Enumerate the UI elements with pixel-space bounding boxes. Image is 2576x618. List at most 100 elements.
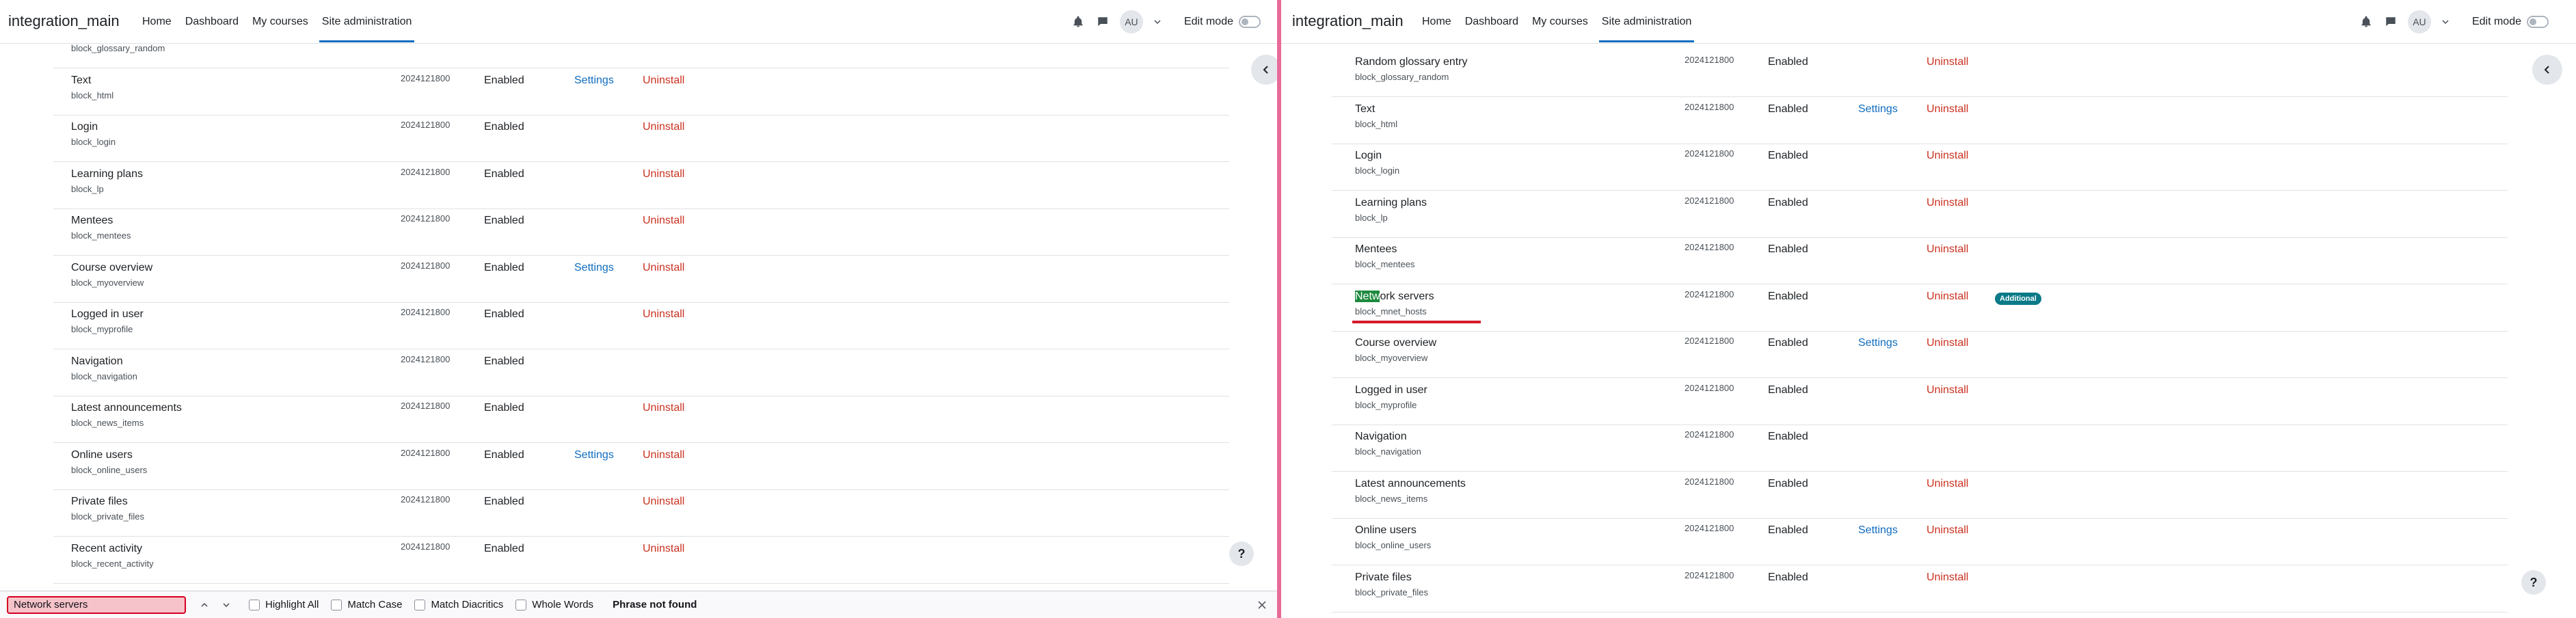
nav-my-courses[interactable]: My courses (1525, 0, 1595, 44)
plugin-component: block_news_items (1355, 493, 1428, 504)
navbar-user-area: AU Edit mode (1071, 0, 1261, 44)
uninstall-link[interactable]: Uninstall (643, 215, 684, 227)
table-row: Online users block_online_users 2024121800… (1332, 519, 2508, 565)
plugin-component: block_navigation (71, 371, 137, 381)
plugin-component: block_private_files (1355, 587, 1428, 597)
nav-home[interactable]: Home (135, 0, 178, 44)
whole-words-option[interactable]: Whole Words (515, 599, 593, 610)
uninstall-link[interactable]: Uninstall (1927, 337, 1968, 349)
table-row: Login block_login 2024121800 Enabled Uninsta… (1332, 144, 2508, 191)
match-case-option[interactable]: Match Case (331, 599, 402, 610)
nav-dashboard[interactable]: Dashboard (1458, 0, 1525, 44)
plugin-name: Mentees (1355, 243, 1397, 255)
plugin-version: 2024121800 (401, 494, 451, 505)
message-icon[interactable] (2383, 14, 2398, 29)
site-brand[interactable]: integration_main (8, 12, 120, 30)
site-brand[interactable]: integration_main (1292, 12, 1404, 30)
uninstall-link[interactable]: Uninstall (1927, 197, 1968, 209)
plugin-version: 2024121800 (401, 541, 451, 552)
plugin-name: Private files (71, 496, 128, 507)
plugin-name: Login (1355, 150, 1382, 161)
find-status: Phrase not found (613, 599, 697, 610)
settings-link[interactable]: Settings (574, 449, 614, 461)
uninstall-link[interactable]: Uninstall (1927, 103, 1968, 116)
help-button[interactable]: ? (1229, 541, 1254, 566)
nav-home[interactable]: Home (1415, 0, 1458, 44)
whole-words-checkbox[interactable] (515, 599, 527, 610)
find-match-highlight: Netw (1355, 290, 1380, 302)
uninstall-link[interactable]: Uninstall (643, 308, 684, 321)
bell-icon[interactable] (2359, 14, 2374, 29)
find-close-button[interactable] (1254, 597, 1270, 613)
table-row: Logged in user block_myprofile 2024121800 E… (53, 303, 1229, 349)
match-diacritics-option[interactable]: Match Diacritics (414, 599, 503, 610)
settings-link[interactable]: Settings (1858, 337, 1898, 349)
uninstall-link[interactable]: Uninstall (1927, 384, 1968, 397)
drawer-toggle-button[interactable] (2532, 55, 2562, 85)
uninstall-link[interactable]: Uninstall (643, 402, 684, 414)
nav-site-administration[interactable]: Site administration (1595, 0, 1699, 44)
avatar[interactable]: AU (2407, 10, 2431, 33)
nav-dashboard[interactable]: Dashboard (178, 0, 245, 44)
plugin-component: block_news_items (71, 418, 144, 428)
uninstall-link[interactable]: Uninstall (1927, 243, 1968, 256)
uninstall-link[interactable]: Uninstall (643, 496, 684, 508)
chevron-down-icon (223, 602, 230, 607)
uninstall-link[interactable]: Uninstall (1927, 572, 1968, 584)
plugin-name: Course overview (1355, 337, 1437, 349)
edit-mode-control: Edit mode (2472, 16, 2549, 28)
settings-link[interactable]: Settings (574, 75, 614, 87)
plugin-status: Enabled (484, 308, 524, 320)
table-row: Mentees block_mentees 2024121800 Enabled Uni… (53, 209, 1229, 256)
plugin-status: Enabled (484, 542, 524, 554)
edit-mode-label: Edit mode (2471, 16, 2521, 27)
uninstall-link[interactable]: Uninstall (643, 449, 684, 461)
uninstall-link[interactable]: Uninstall (1927, 150, 1968, 162)
nav-my-courses[interactable]: My courses (245, 0, 315, 44)
avatar[interactable]: AU (1119, 10, 1143, 33)
drawer-toggle-button[interactable] (1251, 55, 1277, 85)
plugin-name: Mentees (71, 215, 113, 226)
match-case-label: Match Case (347, 599, 403, 610)
settings-link[interactable]: Settings (574, 262, 614, 274)
message-icon[interactable] (1095, 14, 1110, 29)
find-next-button[interactable] (217, 596, 235, 614)
chevron-down-icon[interactable] (1153, 14, 1162, 29)
uninstall-link[interactable]: Uninstall (1927, 478, 1968, 490)
nav-site-administration[interactable]: Site administration (315, 0, 419, 44)
find-in-page-bar: Network servers Highlight All Match Case… (0, 591, 1277, 618)
plugin-version: 2024121800 (1685, 336, 1734, 346)
uninstall-link[interactable]: Uninstall (643, 168, 684, 180)
additional-badge: Additional (1995, 292, 2041, 305)
help-button[interactable]: ? (2521, 570, 2546, 595)
bell-icon[interactable] (1071, 14, 1086, 29)
settings-link[interactable]: Settings (1858, 524, 1898, 537)
plugin-name: Online users (71, 448, 133, 461)
plugin-name: Text (71, 74, 92, 86)
uninstall-link[interactable]: Uninstall (643, 543, 684, 555)
find-input[interactable]: Network servers (7, 595, 186, 614)
plugin-status: Enabled (1768, 243, 1808, 255)
highlight-all-option[interactable]: Highlight All (249, 599, 319, 610)
plugin-component: block_myoverview (1355, 353, 1428, 363)
uninstall-link[interactable]: Uninstall (643, 75, 684, 87)
uninstall-link[interactable]: Uninstall (1927, 56, 1968, 68)
highlight-all-checkbox[interactable] (249, 599, 260, 610)
plugin-component: block_glossary_random (1355, 72, 1449, 82)
plugin-status: Enabled (1768, 477, 1808, 489)
plugin-name: Text (1355, 103, 1376, 115)
uninstall-link[interactable]: Uninstall (643, 121, 684, 133)
find-previous-button[interactable] (196, 596, 213, 614)
uninstall-link[interactable]: Uninstall (643, 262, 684, 274)
chevron-down-icon[interactable] (2441, 14, 2450, 29)
plugin-name: Navigation (71, 355, 123, 367)
match-diacritics-checkbox[interactable] (414, 599, 426, 610)
edit-mode-toggle[interactable] (2527, 16, 2549, 28)
settings-link[interactable]: Settings (1858, 103, 1898, 116)
uninstall-link[interactable]: Uninstall (1927, 524, 1968, 537)
uninstall-link[interactable]: Uninstall (1927, 291, 1968, 303)
edit-mode-toggle[interactable] (1239, 16, 1261, 28)
plugin-component: block_myoverview (71, 277, 144, 288)
top-navbar: integration_main Home Dashboard My cours… (0, 0, 1277, 44)
match-case-checkbox[interactable] (331, 599, 343, 610)
